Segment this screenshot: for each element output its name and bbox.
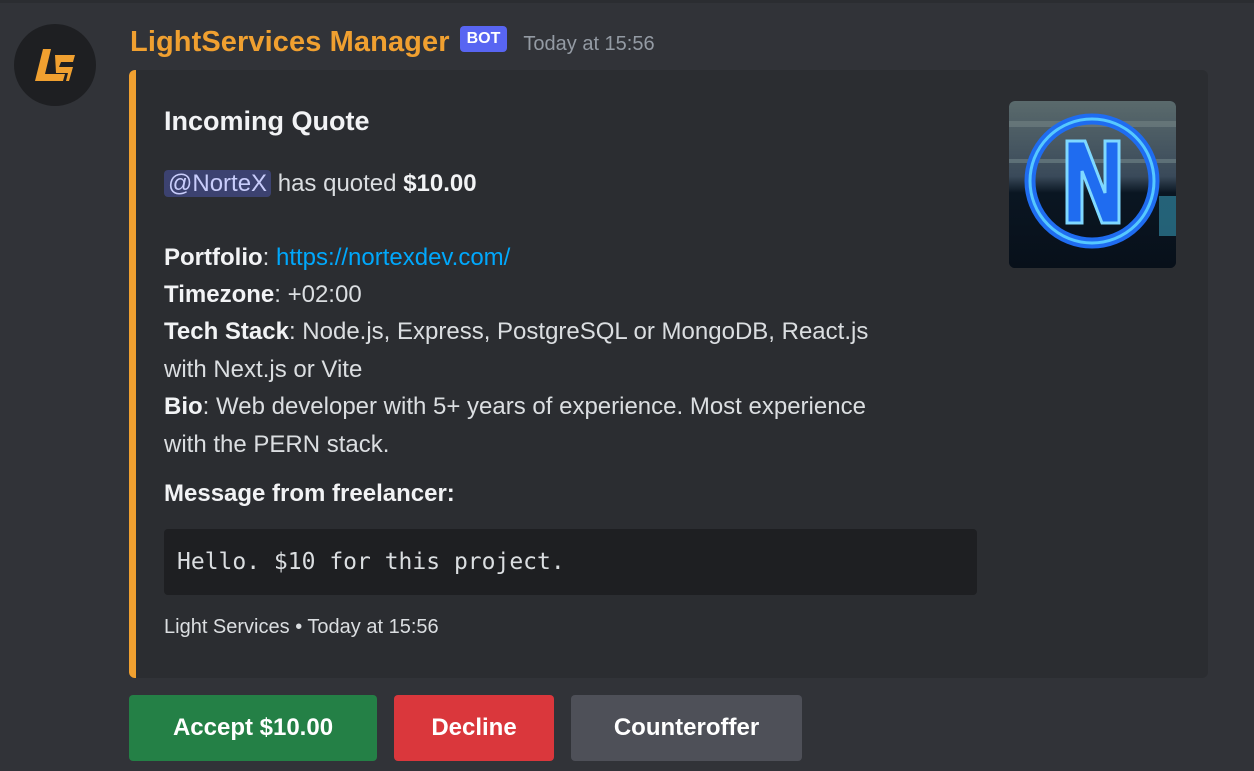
avatar[interactable]	[14, 24, 96, 106]
embed-title: Incoming Quote	[164, 106, 370, 136]
bio-line: Bio: Web developer with 5+ years of expe…	[164, 393, 866, 420]
quote-text: has quoted	[277, 170, 397, 197]
freelancer-message-codeblock: Hello. $10 for this project.	[164, 529, 977, 595]
message-timestamp[interactable]: Today at 15:56	[523, 33, 654, 56]
bio-value: Web developer with 5+ years of experienc…	[216, 393, 866, 420]
embed-accent-bar	[129, 70, 136, 678]
bot-tag: BOT	[459, 26, 508, 52]
embed-footer: Light Services • Today at 15:56	[164, 616, 439, 639]
message-header: LightServices Manager BOT Today at 15:56	[130, 22, 655, 62]
decline-button[interactable]: Decline	[394, 695, 554, 761]
tech-stack-label: Tech Stack	[164, 318, 289, 345]
portfolio-link[interactable]: https://nortexdev.com/	[276, 244, 510, 271]
quote-amount: $10.00	[403, 170, 477, 197]
user-mention[interactable]: @NorteX	[164, 170, 272, 197]
portfolio-label: Portfolio	[164, 244, 263, 271]
tech-stack-value: Node.js, Express, PostgreSQL or MongoDB,…	[302, 318, 869, 345]
portfolio-line: Portfolio: https://nortexdev.com/	[164, 244, 511, 271]
footer-text: Light Services	[164, 616, 290, 638]
nortex-logo-icon	[1009, 101, 1176, 268]
quote-line: @NorteX has quoted $10.00	[164, 165, 477, 202]
author-name[interactable]: LightServices Manager	[130, 26, 450, 59]
quote-embed: Incoming Quote @NorteX has quoted $10.00…	[129, 70, 1208, 678]
accept-button[interactable]: Accept $10.00	[129, 695, 377, 761]
bot-message: LightServices Manager BOT Today at 15:56…	[0, 0, 1254, 771]
tech-stack-continued: with Next.js or Vite	[164, 356, 363, 383]
timezone-line: Timezone: +02:00	[164, 281, 362, 308]
timezone-value: +02:00	[287, 281, 362, 308]
timezone-label: Timezone	[164, 281, 275, 308]
bio-continued: with the PERN stack.	[164, 431, 390, 458]
counteroffer-button[interactable]: Counteroffer	[571, 695, 802, 761]
action-buttons: Accept $10.00 Decline Counteroffer	[129, 695, 802, 761]
bio-label: Bio	[164, 393, 203, 420]
tech-stack-line: Tech Stack: Node.js, Express, PostgreSQL…	[164, 318, 869, 345]
message-field-name: Message from freelancer:	[164, 480, 455, 507]
lightservices-logo-icon	[35, 49, 75, 81]
footer-separator: •	[295, 616, 303, 638]
footer-timestamp: Today at 15:56	[307, 616, 439, 638]
embed-thumbnail[interactable]	[1009, 101, 1176, 268]
